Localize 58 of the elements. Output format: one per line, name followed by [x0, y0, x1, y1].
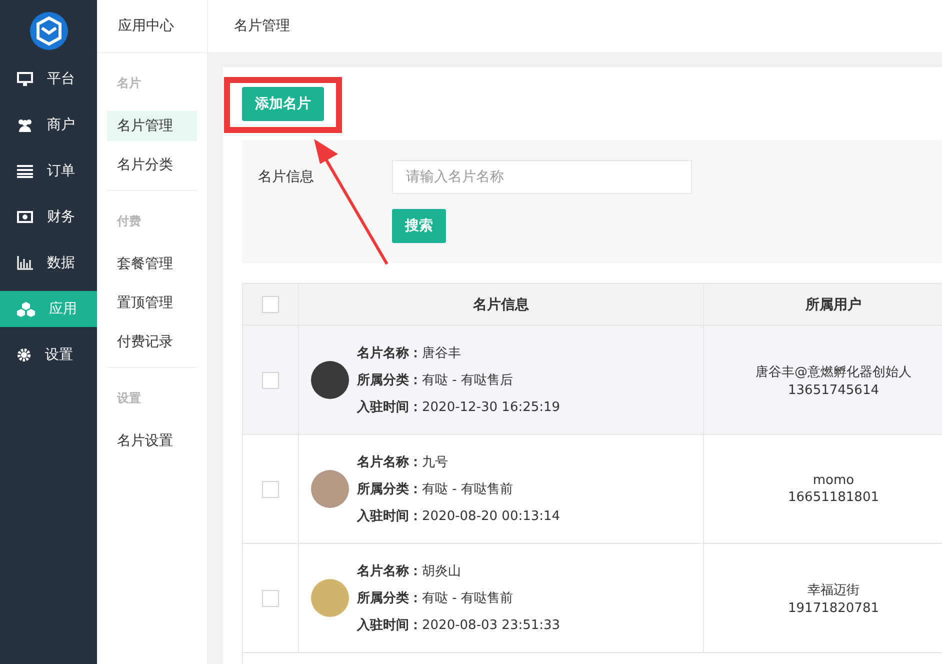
nav-label: 财务 [47, 208, 75, 226]
settings-icon [17, 348, 31, 362]
subnav-item[interactable]: 名片设置 [107, 426, 197, 456]
column-header: 所属用户 [806, 296, 862, 314]
nav-item[interactable]: 订单 [0, 153, 97, 189]
card-info-line: 名片名称：胡炎山 [357, 563, 462, 580]
nav-item[interactable]: 数据 [0, 245, 97, 281]
subnav-heading: 付费 [116, 213, 142, 230]
card-info-line: 入驻时间：2020-08-20 00:13:14 [357, 508, 560, 525]
row-checkbox[interactable] [262, 590, 279, 606]
subnav-title: 应用中心 [118, 17, 174, 35]
user-name: momo [812, 473, 854, 488]
monitor-icon [17, 72, 33, 86]
list-icon [17, 164, 33, 178]
user-phone: 16651181801 [788, 490, 879, 505]
avatar-placeholder [311, 579, 349, 617]
bar-chart-icon [17, 256, 33, 270]
logo-icon [30, 12, 68, 50]
subnav-item[interactable]: 付费记录 [107, 327, 197, 357]
nav-label: 订单 [47, 162, 75, 180]
nav-label: 平台 [47, 70, 75, 88]
card-info-line: 入驻时间：2020-12-30 16:25:19 [357, 398, 560, 416]
users-icon [17, 118, 33, 132]
breadcrumb: 名片管理 [234, 17, 290, 35]
avatar-placeholder [311, 361, 349, 399]
nav-item[interactable]: 设置 [0, 337, 97, 373]
select-all-checkbox[interactable] [262, 296, 279, 313]
user-phone: 13651745614 [788, 382, 879, 398]
nav-label: 设置 [45, 346, 73, 364]
nav-item[interactable]: 平台 [0, 61, 97, 97]
card-info-line: 名片名称：唐谷丰 [357, 345, 462, 362]
card-info-line: 名片名称：九号 [357, 454, 449, 471]
subnav-item[interactable]: 名片分类 [107, 150, 197, 180]
card-info-line: 入驻时间：2020-08-03 23:51:33 [357, 616, 560, 634]
banknote-icon [17, 211, 33, 223]
subnav-item[interactable]: 套餐管理 [107, 249, 197, 279]
user-phone: 19171820781 [788, 600, 879, 616]
search-field[interactable]: 请输入名片名称 [392, 160, 692, 194]
subnav-heading: 设置 [116, 390, 142, 407]
nav-item[interactable]: 财务 [0, 199, 97, 235]
avatar-placeholder [311, 470, 349, 508]
card-info-line: 所属分类：有哒 - 有哒售前 [357, 590, 514, 607]
filter-label: 名片信息 [258, 168, 315, 186]
nav-label: 数据 [47, 254, 75, 272]
row-checkbox[interactable] [262, 372, 279, 388]
row-checkbox[interactable] [262, 480, 279, 498]
nav-label: 商户 [47, 116, 75, 134]
column-header: 名片信息 [473, 296, 529, 314]
cubes-icon [17, 302, 35, 316]
nav-label: 应用 [49, 300, 77, 318]
subnav-heading: 名片 [116, 75, 142, 92]
subnav-item[interactable]: 置顶管理 [107, 288, 197, 318]
nav-item[interactable]: 商户 [0, 107, 97, 143]
subnav-item[interactable]: 名片管理 [107, 111, 197, 141]
card-info-line: 所属分类：有哒 - 有哒售前 [357, 481, 514, 498]
card-info-line: 所属分类：有哒 - 有哒售后 [357, 372, 514, 389]
user-name: 唐谷丰@意燃孵化器创始人 [756, 364, 912, 380]
user-name: 幸福迈街 [807, 582, 860, 598]
